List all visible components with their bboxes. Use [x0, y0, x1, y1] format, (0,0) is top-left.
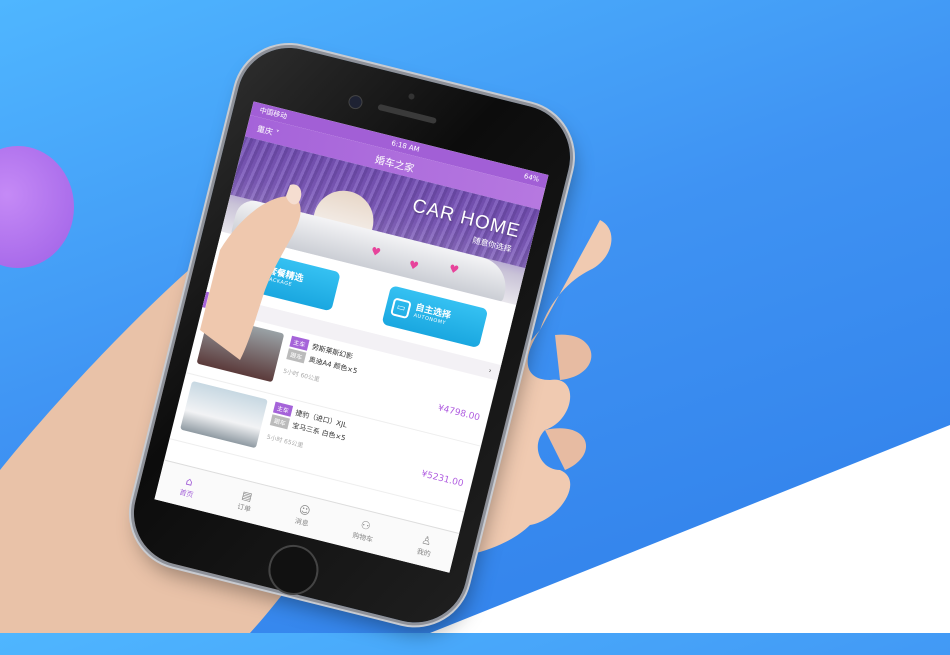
price: ¥5231.00 [420, 469, 465, 490]
follow-car-tag: 跟车 [269, 414, 290, 430]
tab-label: 首页 [178, 487, 195, 499]
tab-label: 我的 [416, 546, 432, 559]
tab-home[interactable]: ⌂ 首页 [178, 474, 197, 500]
front-camera [346, 93, 364, 111]
home-icon: ⌂ [184, 474, 195, 489]
tab-label: 订单 [236, 502, 252, 514]
orders-icon: ▤ [240, 488, 254, 504]
tab-cart[interactable]: ⚇ 购物车 [351, 517, 377, 544]
earpiece-speaker [377, 103, 437, 125]
car-thumbnail [180, 380, 268, 449]
car-thumbnail [196, 314, 285, 383]
profile-icon: ♙ [420, 532, 434, 548]
tab-label: 消息 [293, 516, 310, 528]
chevron-right-icon: › [487, 366, 493, 375]
tab-label: 购物车 [351, 530, 374, 544]
tab-orders[interactable]: ▤ 订单 [236, 488, 255, 515]
cart-icon: ⚇ [359, 517, 373, 533]
follow-car-tag: 跟车 [286, 348, 307, 364]
message-icon: ☺ [297, 502, 312, 518]
package-icon: ☑ [242, 260, 265, 283]
tab-profile[interactable]: ♙ 我的 [416, 533, 435, 559]
battery-level: 64% [523, 172, 541, 184]
sofa-icon: ▭ [390, 297, 412, 320]
price: ¥4798.00 [436, 403, 481, 424]
package-duration: 5小时 60公里 [282, 367, 321, 384]
tab-messages[interactable]: ☺ 消息 [293, 502, 313, 529]
proximity-sensor [407, 92, 416, 101]
package-duration: 5小时 65公里 [266, 433, 305, 450]
